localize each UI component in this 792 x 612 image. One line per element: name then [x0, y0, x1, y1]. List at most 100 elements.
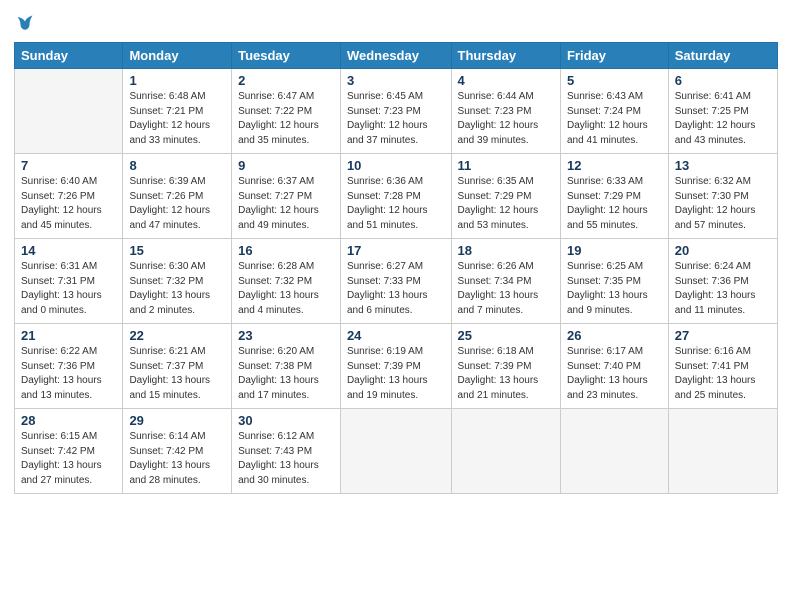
day-info: Sunrise: 6:27 AM Sunset: 7:33 PM Dayligh…: [347, 260, 445, 318]
day-info: Sunrise: 6:25 AM Sunset: 7:35 PM Dayligh…: [567, 260, 662, 318]
calendar-cell: 21Sunrise: 6:22 AM Sunset: 7:36 PM Dayli…: [15, 324, 123, 409]
calendar-cell: 17 Sunrise: 6:27 AM Sunset: 7:33 PM Dayli…: [340, 239, 451, 324]
logo: [14, 10, 34, 34]
calendar-dow-tuesday: Tuesday: [232, 43, 341, 69]
calendar-cell: 7 Sunrise: 6:40 AM Sunset: 7:26 PM Daylig…: [15, 154, 123, 239]
day-number: 13: [675, 158, 771, 173]
calendar-cell: 5 Sunrise: 6:43 AM Sunset: 7:24 PM Daylig…: [560, 69, 668, 154]
calendar-cell: 27 Sunrise: 6:16 AM Sunset: 7:41 PM Dayli…: [668, 324, 777, 409]
day-info: Sunrise: 6:28 AM Sunset: 7:32 PM Dayligh…: [238, 260, 334, 318]
calendar-cell: 26 Sunrise: 6:17 AM Sunset: 7:40 PM Dayli…: [560, 324, 668, 409]
day-number: 2: [238, 73, 334, 88]
day-info: Sunrise: 6:48 AM Sunset: 7:21 PM Dayligh…: [129, 90, 225, 148]
day-info: Sunrise: 6:22 AM Sunset: 7:36 PM Dayligh…: [21, 345, 116, 403]
calendar-week-row: 7 Sunrise: 6:40 AM Sunset: 7:26 PM Daylig…: [15, 154, 778, 239]
day-number: 19: [567, 243, 662, 258]
day-number: 10: [347, 158, 445, 173]
calendar-header-row: SundayMondayTuesdayWednesdayThursdayFrid…: [15, 43, 778, 69]
calendar-dow-saturday: Saturday: [668, 43, 777, 69]
day-info: Sunrise: 6:45 AM Sunset: 7:23 PM Dayligh…: [347, 90, 445, 148]
calendar-cell: 28 Sunrise: 6:15 AM Sunset: 7:42 PM Dayli…: [15, 409, 123, 494]
calendar-cell: [560, 409, 668, 494]
day-info: Sunrise: 6:20 AM Sunset: 7:38 PM Dayligh…: [238, 345, 334, 403]
day-info: Sunrise: 6:18 AM Sunset: 7:39 PM Dayligh…: [458, 345, 554, 403]
day-info: Sunrise: 6:21 AM Sunset: 7:37 PM Dayligh…: [129, 345, 225, 403]
calendar-week-row: 28 Sunrise: 6:15 AM Sunset: 7:42 PM Dayli…: [15, 409, 778, 494]
day-info: Sunrise: 6:16 AM Sunset: 7:41 PM Dayligh…: [675, 345, 771, 403]
calendar-week-row: 14 Sunrise: 6:31 AM Sunset: 7:31 PM Dayli…: [15, 239, 778, 324]
calendar-cell: 15Sunrise: 6:30 AM Sunset: 7:32 PM Dayli…: [123, 239, 232, 324]
header: [14, 10, 778, 34]
day-number: 16: [238, 243, 334, 258]
day-number: 3: [347, 73, 445, 88]
day-info: Sunrise: 6:47 AM Sunset: 7:22 PM Dayligh…: [238, 90, 334, 148]
calendar-cell: 10 Sunrise: 6:36 AM Sunset: 7:28 PM Dayli…: [340, 154, 451, 239]
calendar-cell: 11 Sunrise: 6:35 AM Sunset: 7:29 PM Dayli…: [451, 154, 560, 239]
calendar-cell: 4Sunrise: 6:44 AM Sunset: 7:23 PM Daylig…: [451, 69, 560, 154]
page-container: SundayMondayTuesdayWednesdayThursdayFrid…: [0, 0, 792, 508]
calendar-cell: 19 Sunrise: 6:25 AM Sunset: 7:35 PM Dayli…: [560, 239, 668, 324]
calendar-dow-monday: Monday: [123, 43, 232, 69]
day-number: 18: [458, 243, 554, 258]
day-number: 14: [21, 243, 116, 258]
day-number: 20: [675, 243, 771, 258]
calendar-cell: 18 Sunrise: 6:26 AM Sunset: 7:34 PM Dayli…: [451, 239, 560, 324]
day-number: 1: [129, 73, 225, 88]
calendar-dow-friday: Friday: [560, 43, 668, 69]
day-number: 28: [21, 413, 116, 428]
day-info: Sunrise: 6:26 AM Sunset: 7:34 PM Dayligh…: [458, 260, 554, 318]
calendar-cell: [340, 409, 451, 494]
day-number: 26: [567, 328, 662, 343]
day-info: Sunrise: 6:35 AM Sunset: 7:29 PM Dayligh…: [458, 175, 554, 233]
day-info: Sunrise: 6:31 AM Sunset: 7:31 PM Dayligh…: [21, 260, 116, 318]
calendar-cell: 20 Sunrise: 6:24 AM Sunset: 7:36 PM Dayli…: [668, 239, 777, 324]
calendar-cell: 25 Sunrise: 6:18 AM Sunset: 7:39 PM Dayli…: [451, 324, 560, 409]
day-info: Sunrise: 6:32 AM Sunset: 7:30 PM Dayligh…: [675, 175, 771, 233]
day-info: Sunrise: 6:39 AM Sunset: 7:26 PM Dayligh…: [129, 175, 225, 233]
calendar-cell: 6 Sunrise: 6:41 AM Sunset: 7:25 PM Daylig…: [668, 69, 777, 154]
calendar-week-row: 21Sunrise: 6:22 AM Sunset: 7:36 PM Dayli…: [15, 324, 778, 409]
calendar-cell: 9 Sunrise: 6:37 AM Sunset: 7:27 PM Daylig…: [232, 154, 341, 239]
calendar-cell: 24Sunrise: 6:19 AM Sunset: 7:39 PM Dayli…: [340, 324, 451, 409]
day-number: 22: [129, 328, 225, 343]
day-info: Sunrise: 6:41 AM Sunset: 7:25 PM Dayligh…: [675, 90, 771, 148]
day-number: 27: [675, 328, 771, 343]
calendar-dow-thursday: Thursday: [451, 43, 560, 69]
day-info: Sunrise: 6:37 AM Sunset: 7:27 PM Dayligh…: [238, 175, 334, 233]
calendar-table: SundayMondayTuesdayWednesdayThursdayFrid…: [14, 42, 778, 494]
day-number: 23: [238, 328, 334, 343]
calendar-cell: 3 Sunrise: 6:45 AM Sunset: 7:23 PM Daylig…: [340, 69, 451, 154]
day-number: 12: [567, 158, 662, 173]
day-info: Sunrise: 6:15 AM Sunset: 7:42 PM Dayligh…: [21, 430, 116, 488]
day-number: 5: [567, 73, 662, 88]
day-number: 7: [21, 158, 116, 173]
calendar-cell: [668, 409, 777, 494]
calendar-cell: 22 Sunrise: 6:21 AM Sunset: 7:37 PM Dayli…: [123, 324, 232, 409]
day-number: 24: [347, 328, 445, 343]
day-info: Sunrise: 6:12 AM Sunset: 7:43 PM Dayligh…: [238, 430, 334, 488]
logo-bird-icon: [16, 14, 34, 32]
calendar-cell: 29Sunrise: 6:14 AM Sunset: 7:42 PM Dayli…: [123, 409, 232, 494]
calendar-cell: [451, 409, 560, 494]
day-number: 9: [238, 158, 334, 173]
calendar-cell: 13 Sunrise: 6:32 AM Sunset: 7:30 PM Dayli…: [668, 154, 777, 239]
calendar-cell: 30Sunrise: 6:12 AM Sunset: 7:43 PM Dayli…: [232, 409, 341, 494]
day-number: 17: [347, 243, 445, 258]
calendar-cell: 12Sunrise: 6:33 AM Sunset: 7:29 PM Dayli…: [560, 154, 668, 239]
day-info: Sunrise: 6:43 AM Sunset: 7:24 PM Dayligh…: [567, 90, 662, 148]
calendar-week-row: 1 Sunrise: 6:48 AM Sunset: 7:21 PM Daylig…: [15, 69, 778, 154]
day-info: Sunrise: 6:30 AM Sunset: 7:32 PM Dayligh…: [129, 260, 225, 318]
day-number: 11: [458, 158, 554, 173]
day-info: Sunrise: 6:36 AM Sunset: 7:28 PM Dayligh…: [347, 175, 445, 233]
day-info: Sunrise: 6:24 AM Sunset: 7:36 PM Dayligh…: [675, 260, 771, 318]
calendar-dow-wednesday: Wednesday: [340, 43, 451, 69]
day-info: Sunrise: 6:17 AM Sunset: 7:40 PM Dayligh…: [567, 345, 662, 403]
calendar-cell: 14 Sunrise: 6:31 AM Sunset: 7:31 PM Dayli…: [15, 239, 123, 324]
calendar-dow-sunday: Sunday: [15, 43, 123, 69]
day-info: Sunrise: 6:40 AM Sunset: 7:26 PM Dayligh…: [21, 175, 116, 233]
calendar-cell: 1 Sunrise: 6:48 AM Sunset: 7:21 PM Daylig…: [123, 69, 232, 154]
calendar-cell: 2 Sunrise: 6:47 AM Sunset: 7:22 PM Daylig…: [232, 69, 341, 154]
day-number: 29: [129, 413, 225, 428]
day-number: 25: [458, 328, 554, 343]
day-number: 6: [675, 73, 771, 88]
